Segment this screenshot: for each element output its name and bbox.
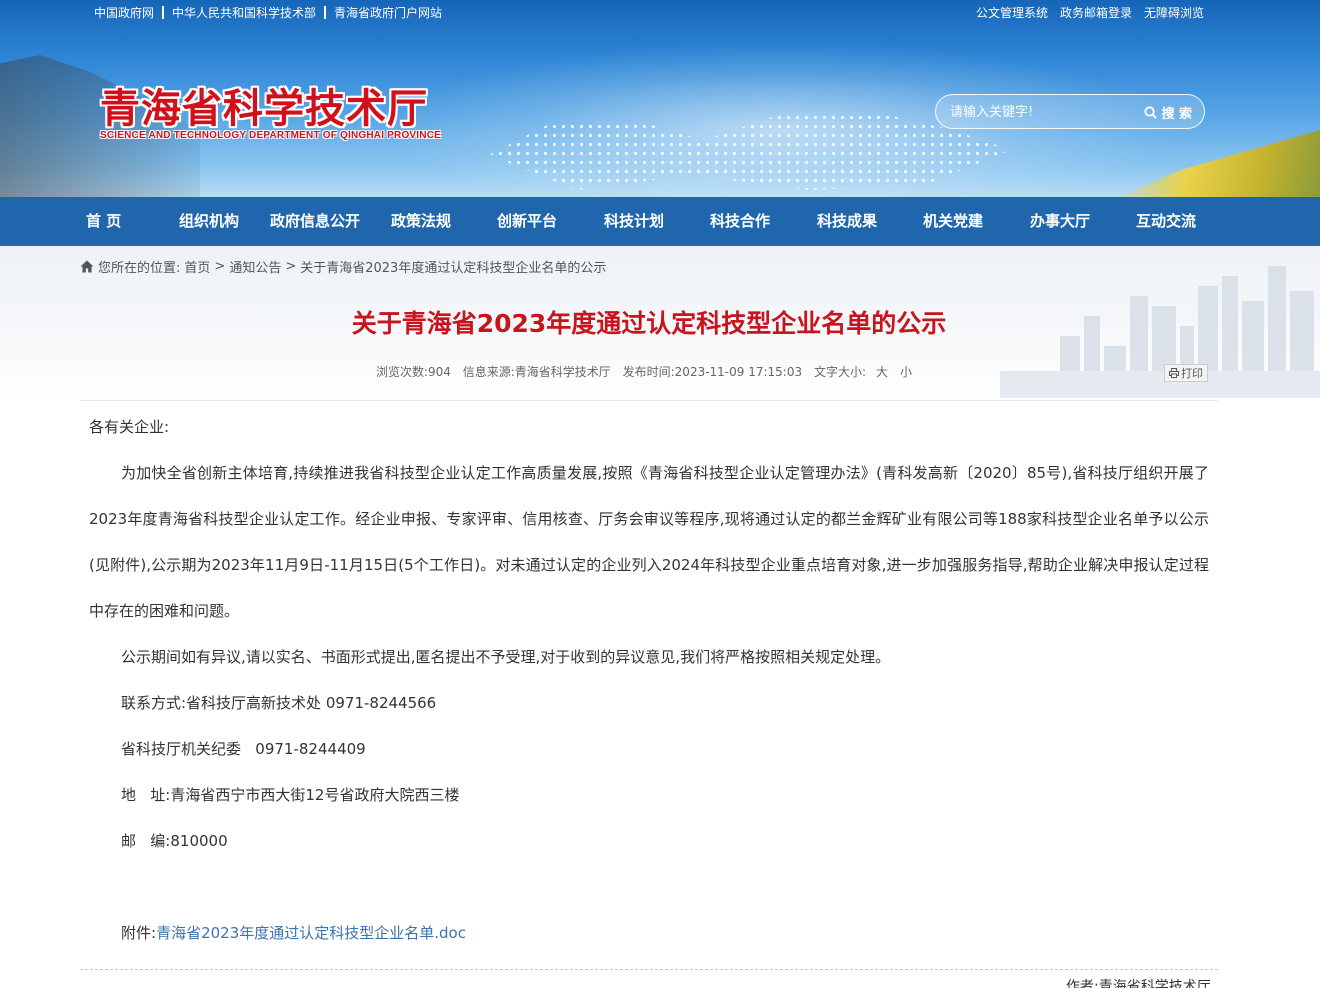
article-meta: 浏览次数:904 信息来源:青海省科学技术厅 发布时间:2023-11-09 1… bbox=[0, 363, 1290, 380]
breadcrumb-home[interactable]: 首页 bbox=[184, 257, 210, 276]
nav-home[interactable]: 首 页 bbox=[86, 197, 121, 246]
contact-method: 联系方式:省科技厅高新技术处 0971-8244566 bbox=[121, 694, 437, 712]
breadcrumb: 您所在的位置: 首页 > 通知公告 > 关于青海省2023年度通过认定科技型企业… bbox=[80, 257, 606, 276]
top-link-most[interactable]: 中华人民共和国科学技术部 bbox=[172, 4, 316, 21]
top-link-separator bbox=[324, 6, 327, 19]
nav-innovation-platform[interactable]: 创新平台 bbox=[497, 197, 557, 246]
breadcrumb-separator: > bbox=[285, 259, 297, 274]
main-nav: 首 页 组织机构 政府信息公开 政策法规 创新平台 科技计划 科技合作 科技成果… bbox=[0, 197, 1320, 246]
search-input[interactable] bbox=[950, 102, 1130, 122]
breadcrumb-separator: > bbox=[214, 259, 226, 274]
search-box: 搜 索 bbox=[935, 94, 1205, 129]
site-header: 中国政府网 中华人民共和国科学技术部 青海省政府门户网站 公文管理系统 政务邮箱… bbox=[0, 0, 1320, 197]
font-size-label: 文字大小: bbox=[813, 365, 866, 379]
nav-gov-info[interactable]: 政府信息公开 bbox=[270, 197, 360, 246]
salutation: 各有关企业: bbox=[89, 418, 170, 436]
content-divider bbox=[80, 400, 1218, 401]
publish-time: 发布时间:2023-11-09 17:15:03 bbox=[622, 365, 803, 379]
article-body: 各有关企业: 为加快全省创新主体培育,持续推进我省科技型企业认定工作高质量发展,… bbox=[89, 404, 1209, 956]
paragraph-main: 为加快全省创新主体培育,持续推进我省科技型企业认定工作高质量发展,按照《青海省科… bbox=[89, 464, 1209, 620]
site-logo-cn[interactable]: 青海省科学技术厅 bbox=[100, 76, 428, 134]
paragraph-objection: 公示期间如有异议,请以实名、书面形式提出,匿名提出不予受理,对于收到的异议意见,… bbox=[121, 648, 891, 666]
print-label: 打印 bbox=[1181, 367, 1203, 380]
font-size-small-button[interactable]: 小 bbox=[900, 365, 912, 379]
contact-postcode: 邮 编:810000 bbox=[121, 832, 228, 850]
top-right-links: 公文管理系统 政务邮箱登录 无障碍浏览 bbox=[976, 4, 1204, 21]
top-link-qinghai[interactable]: 青海省政府门户网站 bbox=[334, 4, 442, 21]
contact-address: 地 址:青海省西宁市西大街12号省政府大院西三楼 bbox=[121, 786, 460, 804]
search-icon bbox=[1144, 105, 1158, 119]
nav-service-hall[interactable]: 办事大厅 bbox=[1030, 197, 1090, 246]
breadcrumb-notices[interactable]: 通知公告 bbox=[229, 257, 281, 276]
nav-organization[interactable]: 组织机构 bbox=[179, 197, 239, 246]
font-size-large-button[interactable]: 大 bbox=[876, 365, 888, 379]
attachment-label: 附件: bbox=[121, 924, 157, 942]
breadcrumb-current[interactable]: 关于青海省2023年度通过认定科技型企业名单的公示 bbox=[300, 257, 606, 276]
printer-icon bbox=[1169, 368, 1179, 378]
info-source: 信息来源:青海省科学技术厅 bbox=[462, 365, 611, 379]
nav-tech-plans[interactable]: 科技计划 bbox=[604, 197, 664, 246]
view-count: 浏览次数:904 bbox=[375, 365, 451, 379]
attachment-line: 附件:青海省2023年度通过认定科技型企业名单.doc bbox=[89, 910, 1209, 956]
nav-interaction[interactable]: 互动交流 bbox=[1136, 197, 1196, 246]
nav-policies[interactable]: 政策法规 bbox=[391, 197, 451, 246]
nav-party-building[interactable]: 机关党建 bbox=[923, 197, 983, 246]
footer-divider bbox=[80, 969, 1218, 970]
contact-discipline: 省科技厅机关纪委 0971-8244409 bbox=[121, 740, 366, 758]
site-logo-en: SCIENCE AND TECHNOLOGY DEPARTMENT OF QIN… bbox=[100, 130, 441, 141]
article-title: 关于青海省2023年度通过认定科技型企业名单的公示 bbox=[351, 309, 947, 338]
top-link-separator bbox=[162, 6, 165, 19]
article-author: 作者:青海省科学技术厅 bbox=[1066, 979, 1211, 988]
top-links: 中国政府网 中华人民共和国科学技术部 青海省政府门户网站 bbox=[94, 4, 442, 21]
top-link-email-login[interactable]: 政务邮箱登录 bbox=[1060, 4, 1132, 21]
home-icon bbox=[80, 260, 94, 273]
top-link-docs-system[interactable]: 公文管理系统 bbox=[976, 4, 1048, 21]
search-button[interactable]: 搜 索 bbox=[1144, 102, 1192, 122]
attachment-link[interactable]: 青海省2023年度通过认定科技型企业名单.doc bbox=[156, 924, 466, 942]
top-link-accessibility[interactable]: 无障碍浏览 bbox=[1144, 4, 1204, 21]
nav-tech-cooperation[interactable]: 科技合作 bbox=[710, 197, 770, 246]
top-link-gov[interactable]: 中国政府网 bbox=[94, 4, 154, 21]
nav-tech-achievements[interactable]: 科技成果 bbox=[817, 197, 877, 246]
print-button[interactable]: 打印 bbox=[1164, 364, 1208, 382]
breadcrumb-prefix: 您所在的位置: bbox=[98, 261, 181, 276]
search-button-label: 搜 索 bbox=[1161, 106, 1192, 122]
